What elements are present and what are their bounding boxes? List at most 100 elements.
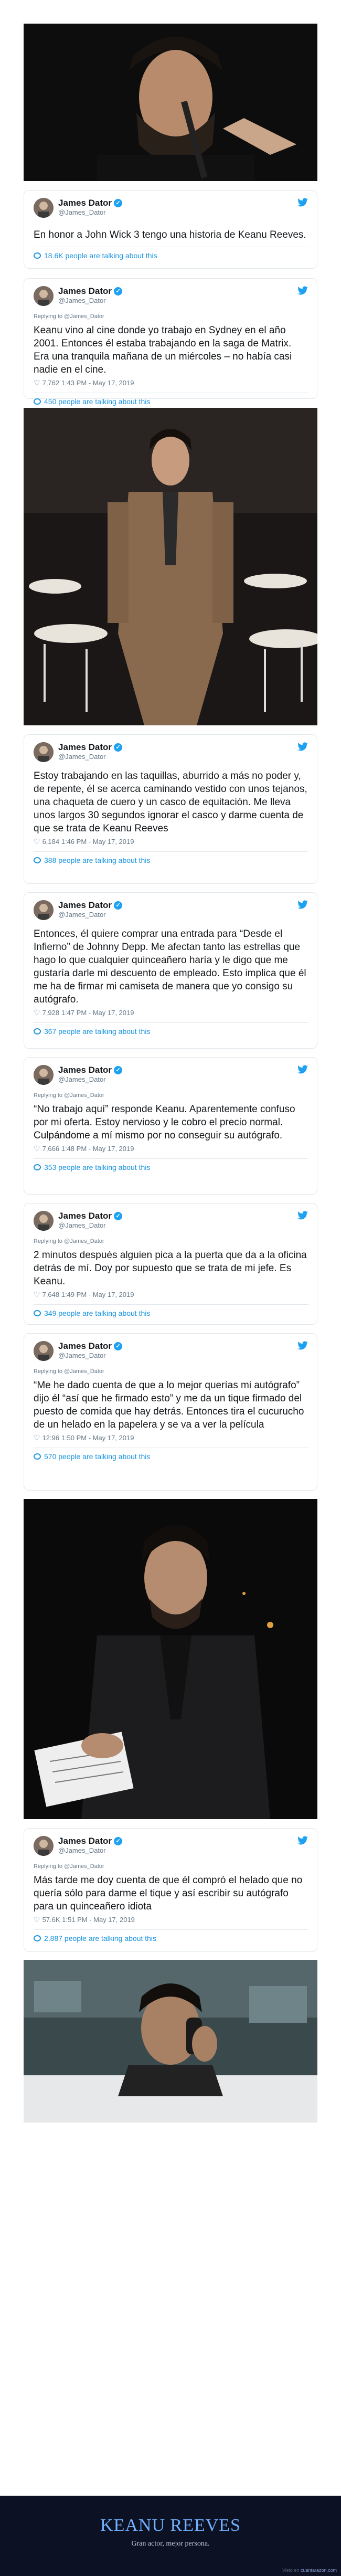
speech-bubble-icon: [34, 1310, 41, 1317]
timestamp[interactable]: 1:51 PM - May 17, 2019: [62, 1916, 135, 1924]
speech-bubble-icon: [34, 1028, 41, 1035]
talking-link[interactable]: 349 people are talking about this: [34, 1304, 308, 1317]
avatar[interactable]: [34, 900, 54, 920]
footer-title[interactable]: KEANU REEVES: [0, 2496, 341, 2536]
avatar[interactable]: [34, 1836, 54, 1856]
reply-to[interactable]: Replying to @James_Dator: [34, 1863, 308, 1870]
heart-icon[interactable]: ♡: [34, 1433, 40, 1442]
avatar[interactable]: [34, 198, 54, 218]
twitter-bird-icon[interactable]: [297, 1341, 308, 1350]
author-handle[interactable]: @James_Dator: [58, 1352, 122, 1360]
twitter-bird-icon[interactable]: [297, 1065, 308, 1074]
like-count[interactable]: 57.6K: [42, 1916, 60, 1924]
reply-to[interactable]: Replying to @James_Dator: [34, 1238, 308, 1244]
tweet-8[interactable]: James Dator ✓ @James_Dator Replying to @J…: [24, 1828, 317, 1952]
watermark: Visto en cuantarazon.com: [282, 2568, 337, 2573]
twitter-bird-icon[interactable]: [297, 1836, 308, 1845]
talking-link[interactable]: 388 people are talking about this: [34, 851, 308, 864]
talking-link[interactable]: 18.6K people are talking about this: [34, 247, 308, 260]
tweet-4[interactable]: James Dator ✓ @James_Dator Entonces, él q…: [24, 892, 317, 1049]
reply-to[interactable]: Replying to @James_Dator: [34, 1092, 308, 1099]
timestamp[interactable]: 1:48 PM - May 17, 2019: [61, 1145, 134, 1153]
tweet-5[interactable]: James Dator ✓ @James_Dator Replying to @J…: [24, 1057, 317, 1195]
author-name[interactable]: James Dator: [58, 1341, 112, 1352]
talking-count[interactable]: 570 people are talking about this: [44, 1452, 150, 1461]
reply-to[interactable]: Replying to @James_Dator: [34, 1368, 308, 1375]
talking-link[interactable]: 2,887 people are talking about this: [34, 1929, 308, 1942]
author-handle[interactable]: @James_Dator: [58, 1075, 122, 1084]
twitter-bird-icon[interactable]: [297, 742, 308, 752]
author-name[interactable]: James Dator: [58, 1065, 112, 1075]
heart-icon[interactable]: ♡: [34, 1915, 40, 1924]
author-handle[interactable]: @James_Dator: [58, 208, 122, 217]
twitter-bird-icon[interactable]: [297, 286, 308, 295]
tweet-7[interactable]: James Dator ✓ @James_Dator Replying to @J…: [24, 1333, 317, 1491]
heart-icon[interactable]: ♡: [34, 1008, 40, 1017]
author-handle[interactable]: @James_Dator: [58, 911, 122, 919]
verified-badge-icon: ✓: [114, 287, 123, 296]
tweet-6[interactable]: James Dator ✓ @James_Dator Replying to @J…: [24, 1203, 317, 1325]
author-handle[interactable]: @James_Dator: [58, 297, 122, 305]
reply-to[interactable]: Replying to @James_Dator: [34, 313, 308, 320]
like-count[interactable]: 6,184: [42, 838, 60, 846]
author-name[interactable]: James Dator: [58, 742, 112, 753]
twitter-bird-icon[interactable]: [297, 1211, 308, 1220]
tweet-text: Estoy trabajando en las taquillas, aburr…: [34, 770, 307, 835]
like-count[interactable]: 7,666: [42, 1145, 60, 1153]
timestamp[interactable]: 1:46 PM - May 17, 2019: [61, 838, 134, 846]
verified-badge-icon: ✓: [114, 1212, 123, 1221]
tweet-1[interactable]: James Dator ✓ @James_Dator En honor a Joh…: [24, 190, 317, 269]
heart-icon[interactable]: ♡: [34, 837, 40, 846]
author-name[interactable]: James Dator: [58, 286, 112, 297]
talking-link[interactable]: 353 people are talking about this: [34, 1158, 308, 1171]
talking-count[interactable]: 2,887 people are talking about this: [44, 1934, 156, 1942]
talking-count[interactable]: 367 people are talking about this: [44, 1027, 150, 1036]
watermark-link[interactable]: cuantarazon.com: [301, 2568, 337, 2573]
tweet-3[interactable]: James Dator ✓ @James_Dator Estoy trabajan…: [24, 734, 317, 884]
avatar[interactable]: [34, 1211, 54, 1231]
timestamp[interactable]: 1:43 PM - May 17, 2019: [61, 379, 134, 387]
timestamp[interactable]: 1:47 PM - May 17, 2019: [61, 1009, 134, 1017]
talking-count[interactable]: 353 people are talking about this: [44, 1163, 150, 1171]
twitter-bird-icon[interactable]: [297, 900, 308, 910]
avatar[interactable]: [34, 286, 54, 306]
verified-badge-icon: ✓: [114, 1342, 123, 1351]
like-count[interactable]: 7,648: [42, 1291, 60, 1298]
talking-link[interactable]: 570 people are talking about this: [34, 1448, 308, 1461]
author-name[interactable]: James Dator: [58, 900, 112, 911]
avatar[interactable]: [34, 1341, 54, 1361]
tweet-text: “Me he dado cuenta de que a lo mejor que…: [34, 1380, 304, 1431]
watermark-prefix: Visto en: [282, 2568, 301, 2573]
footer-subtitle: Gran actor, mejor persona.: [131, 2540, 210, 2548]
like-count[interactable]: 7,928: [42, 1009, 60, 1017]
talking-link[interactable]: 367 people are talking about this: [34, 1022, 308, 1036]
talking-count[interactable]: 18.6K people are talking about this: [44, 251, 157, 260]
speech-bubble-icon: [34, 1453, 41, 1460]
author-handle[interactable]: @James_Dator: [58, 1221, 122, 1230]
heart-icon[interactable]: ♡: [34, 378, 40, 387]
talking-count[interactable]: 388 people are talking about this: [44, 856, 150, 864]
author-name[interactable]: James Dator: [58, 198, 112, 208]
tweet-text: Entonces, él quiere comprar una entrada …: [34, 928, 306, 1006]
speech-bubble-icon: [34, 252, 41, 259]
like-count[interactable]: 7,762: [42, 379, 60, 387]
talking-link[interactable]: 450 people are talking about this: [34, 393, 308, 406]
heart-icon[interactable]: ♡: [34, 1144, 40, 1153]
timestamp[interactable]: 1:49 PM - May 17, 2019: [61, 1291, 134, 1298]
tweet-2[interactable]: James Dator ✓ @James_Dator Replying to @J…: [24, 278, 317, 406]
avatar[interactable]: [34, 1065, 54, 1085]
heart-icon[interactable]: ♡: [34, 1290, 40, 1299]
tweet-text: Más tarde me doy cuenta de que él compró…: [34, 1875, 303, 1913]
author-name[interactable]: James Dator: [58, 1211, 112, 1221]
twitter-bird-icon[interactable]: [297, 198, 308, 207]
timestamp[interactable]: 12:96 1:50 PM - May 17, 2019: [42, 1434, 134, 1442]
talking-count[interactable]: 450 people are talking about this: [44, 397, 150, 406]
photo-office-phone: [24, 1960, 317, 2123]
author-handle[interactable]: @James_Dator: [58, 753, 122, 761]
verified-badge-icon: ✓: [114, 901, 123, 910]
avatar[interactable]: [34, 742, 54, 762]
author-name[interactable]: James Dator: [58, 1836, 112, 1846]
verified-badge-icon: ✓: [114, 199, 123, 208]
author-handle[interactable]: @James_Dator: [58, 1846, 122, 1855]
talking-count[interactable]: 349 people are talking about this: [44, 1309, 150, 1317]
